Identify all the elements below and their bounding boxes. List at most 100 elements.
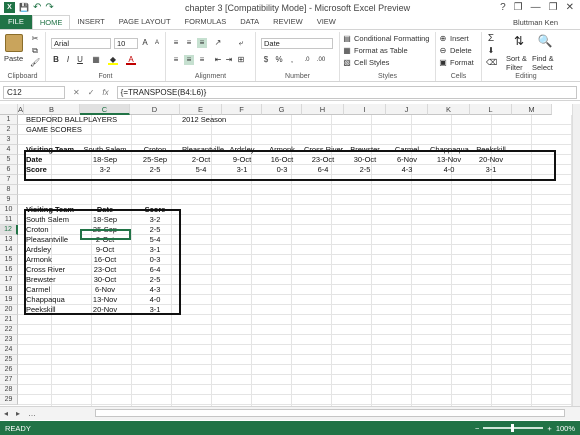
row-header-6[interactable]: 6	[0, 165, 18, 175]
row-header-25[interactable]: 25	[0, 355, 18, 365]
italic-icon[interactable]: I	[63, 55, 73, 65]
comma-icon[interactable]: ,	[287, 55, 297, 65]
row-header-8[interactable]: 8	[0, 185, 18, 195]
save-icon[interactable]: 💾	[19, 3, 29, 12]
column-header-e[interactable]: E	[180, 104, 222, 115]
align-right-icon[interactable]: ≡	[197, 55, 207, 65]
row-header-13[interactable]: 13	[0, 235, 18, 245]
number-format-dropdown[interactable]: Date	[261, 38, 333, 49]
percent-icon[interactable]: %	[274, 55, 284, 65]
insert-button[interactable]: Insert	[450, 34, 469, 43]
decrease-decimal-icon[interactable]: .00	[316, 55, 326, 65]
row-header-24[interactable]: 24	[0, 345, 18, 355]
close-icon[interactable]: ✕	[566, 2, 574, 13]
format-painter-icon[interactable]: 🖌	[30, 58, 40, 68]
row-header-23[interactable]: 23	[0, 335, 18, 345]
row-header-11[interactable]: 11	[0, 215, 18, 225]
align-bottom-icon[interactable]: ≡	[197, 38, 207, 48]
row-header-4[interactable]: 4	[0, 145, 18, 155]
increase-indent-icon[interactable]: ⇥	[224, 55, 234, 65]
row-header-17[interactable]: 17	[0, 275, 18, 285]
font-size-dropdown[interactable]: 10	[114, 38, 138, 49]
align-middle-icon[interactable]: ≡	[184, 38, 194, 48]
active-cell-c12[interactable]	[80, 229, 131, 240]
tab-formulas[interactable]: FORMULAS	[178, 15, 234, 29]
prev-sheet-icon[interactable]: ◂	[0, 409, 12, 418]
title-cell[interactable]: BEDFORD BALLPLAYERS	[26, 115, 117, 125]
name-box[interactable]: C12	[3, 86, 65, 99]
decrease-indent-icon[interactable]: ⇤	[213, 55, 223, 65]
row-header-28[interactable]: 28	[0, 385, 18, 395]
format-button[interactable]: Format	[450, 58, 474, 67]
conditional-formatting-button[interactable]: Conditional Formatting	[354, 34, 429, 43]
row-header-19[interactable]: 19	[0, 295, 18, 305]
row-header-2[interactable]: 2	[0, 125, 18, 135]
column-header-g[interactable]: G	[262, 104, 302, 115]
row-header-20[interactable]: 20	[0, 305, 18, 315]
redo-icon[interactable]: ↷	[45, 2, 53, 13]
cancel-icon[interactable]: ✕	[73, 88, 80, 97]
ribbon-display-icon[interactable]: ❐	[514, 2, 523, 13]
row-header-12[interactable]: 12	[0, 225, 18, 235]
sort-filter-icon[interactable]: ⇅	[510, 34, 528, 52]
format-as-table-button[interactable]: Format as Table	[354, 46, 408, 55]
shrink-font-icon[interactable]: A	[152, 38, 162, 48]
copy-icon[interactable]: ⧉	[30, 46, 40, 56]
row-header-3[interactable]: 3	[0, 135, 18, 145]
fill-icon[interactable]: ⬇	[486, 46, 496, 56]
bold-icon[interactable]: B	[51, 55, 61, 65]
vertical-scrollbar[interactable]	[572, 104, 580, 406]
tab-page-layout[interactable]: PAGE LAYOUT	[112, 15, 178, 29]
row-header-22[interactable]: 22	[0, 325, 18, 335]
column-header-c[interactable]: C	[80, 104, 130, 115]
next-sheet-icon[interactable]: ▸	[12, 409, 24, 418]
column-header-h[interactable]: H	[302, 104, 344, 115]
row-header-1[interactable]: 1	[0, 115, 18, 125]
maximize-icon[interactable]: ❐	[549, 2, 558, 13]
row-header-16[interactable]: 16	[0, 265, 18, 275]
cell-styles-button[interactable]: Cell Styles	[354, 58, 389, 67]
undo-icon[interactable]: ↶	[33, 2, 41, 13]
row-header-10[interactable]: 10	[0, 205, 18, 215]
insert-function-icon[interactable]: fx	[102, 88, 108, 97]
row-header-5[interactable]: 5	[0, 155, 18, 165]
zoom-in-icon[interactable]: +	[547, 424, 551, 433]
row-header-14[interactable]: 14	[0, 245, 18, 255]
help-icon[interactable]: ?	[500, 2, 506, 13]
tab-view[interactable]: VIEW	[310, 15, 343, 29]
delete-button[interactable]: Delete	[450, 46, 472, 55]
clear-icon[interactable]: ⌫	[486, 58, 497, 68]
currency-icon[interactable]: $	[261, 55, 271, 65]
align-center-icon[interactable]: ≡	[184, 55, 194, 65]
row-header-26[interactable]: 26	[0, 365, 18, 375]
wrap-text-icon[interactable]: ⤶	[236, 38, 246, 48]
align-left-icon[interactable]: ≡	[171, 55, 181, 65]
subtitle-cell[interactable]: GAME SCORES	[26, 125, 82, 135]
underline-icon[interactable]: U	[75, 55, 85, 65]
column-header-j[interactable]: J	[386, 104, 428, 115]
column-header-i[interactable]: I	[344, 104, 386, 115]
font-name-dropdown[interactable]: Arial	[51, 38, 111, 49]
zoom-slider[interactable]	[483, 424, 544, 432]
tab-insert[interactable]: INSERT	[70, 15, 111, 29]
orientation-icon[interactable]: ↗	[213, 38, 223, 48]
minimize-icon[interactable]: —	[531, 2, 541, 13]
row-header-9[interactable]: 9	[0, 195, 18, 205]
sort-filter-button[interactable]: Sort & Filter	[506, 54, 527, 72]
find-select-button[interactable]: Find & Select	[532, 54, 554, 72]
row-header-21[interactable]: 21	[0, 315, 18, 325]
tab-data[interactable]: DATA	[233, 15, 266, 29]
row-header-29[interactable]: 29	[0, 395, 18, 405]
tab-home[interactable]: HOME	[31, 15, 71, 29]
borders-icon[interactable]: ▦	[91, 55, 101, 65]
horizontal-scrollbar[interactable]	[95, 409, 565, 417]
column-header-d[interactable]: D	[130, 104, 180, 115]
font-color-icon[interactable]: A	[126, 55, 136, 65]
increase-decimal-icon[interactable]: .0	[302, 55, 312, 65]
paste-button[interactable]: Paste	[4, 54, 23, 63]
row-header-18[interactable]: 18	[0, 285, 18, 295]
zoom-level[interactable]: 100%	[556, 424, 575, 433]
column-header-f[interactable]: F	[222, 104, 262, 115]
formula-input[interactable]: {=TRANSPOSE(B4:L6)}	[116, 86, 577, 99]
enter-icon[interactable]: ✓	[88, 88, 95, 97]
